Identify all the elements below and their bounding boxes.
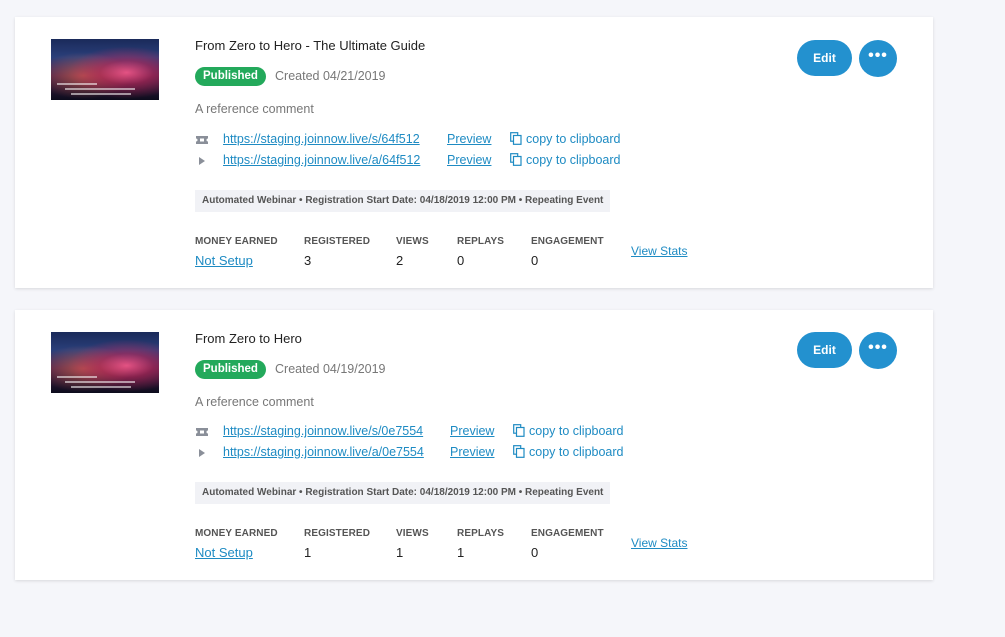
registered-value: 3: [304, 253, 312, 268]
created-date: Created 04/21/2019: [275, 69, 386, 83]
registered-label: REGISTERED: [304, 528, 371, 539]
views-value: 2: [396, 253, 404, 268]
edit-button[interactable]: Edit: [797, 40, 852, 76]
event-info-bar: Automated Webinar • Registration Start D…: [195, 482, 611, 504]
views-label: VIEWS: [396, 236, 429, 247]
views-label: VIEWS: [396, 528, 429, 539]
copy-to-clipboard-button[interactable]: copy to clipboard: [510, 153, 621, 167]
event-thumbnail[interactable]: [51, 39, 159, 100]
attendee-url-link[interactable]: https://staging.joinnow.live/a/0e7554: [223, 445, 424, 459]
registration-url-link[interactable]: https://staging.joinnow.live/s/0e7554: [223, 424, 423, 438]
view-stats-link[interactable]: View Stats: [631, 536, 687, 550]
created-date: Created 04/19/2019: [275, 362, 386, 376]
copy-label: copy to clipboard: [526, 153, 621, 167]
edit-button[interactable]: Edit: [797, 332, 852, 368]
money-earned-setup-link[interactable]: Not Setup: [195, 253, 253, 268]
copy-to-clipboard-button[interactable]: copy to clipboard: [513, 445, 624, 459]
status-badge: Published: [195, 360, 266, 379]
attendee-url-link[interactable]: https://staging.joinnow.live/a/64f512: [223, 153, 420, 167]
play-icon: [199, 449, 205, 457]
attendee-link-row: https://staging.joinnow.live/a/64f512 Pr…: [195, 153, 655, 169]
engagement-label: ENGAGEMENT: [531, 236, 604, 247]
more-options-button[interactable]: •••: [859, 40, 897, 77]
thumbnail-text-line: [65, 381, 135, 383]
copy-label: copy to clipboard: [529, 445, 624, 459]
registered-label: REGISTERED: [304, 236, 371, 247]
more-dots-icon: •••: [868, 46, 888, 64]
event-title[interactable]: From Zero to Hero: [195, 331, 302, 346]
event-comment: A reference comment: [195, 102, 314, 116]
copy-label: copy to clipboard: [529, 424, 624, 438]
play-icon: [199, 157, 205, 165]
event-title[interactable]: From Zero to Hero - The Ultimate Guide: [195, 38, 425, 53]
more-dots-icon: •••: [868, 338, 888, 356]
ticket-icon: [196, 428, 208, 436]
thumbnail-text-line: [65, 88, 135, 90]
registration-url-link[interactable]: https://staging.joinnow.live/s/64f512: [223, 132, 420, 146]
copy-to-clipboard-button[interactable]: copy to clipboard: [510, 132, 621, 146]
view-stats-link[interactable]: View Stats: [631, 244, 687, 258]
preview-link[interactable]: Preview: [450, 445, 494, 459]
money-earned-setup-link[interactable]: Not Setup: [195, 545, 253, 560]
replays-value: 0: [457, 253, 465, 268]
status-badge: Published: [195, 67, 266, 86]
preview-link[interactable]: Preview: [447, 153, 491, 167]
thumbnail-text-line: [57, 376, 97, 378]
registration-link-row: https://staging.joinnow.live/s/0e7554 Pr…: [195, 424, 655, 440]
registration-link-row: https://staging.joinnow.live/s/64f512 Pr…: [195, 132, 655, 148]
event-card: From Zero to Hero Published Created 04/1…: [15, 310, 933, 580]
registered-value: 1: [304, 545, 312, 560]
more-options-button[interactable]: •••: [859, 332, 897, 369]
money-earned-label: MONEY EARNED: [195, 236, 278, 247]
event-comment: A reference comment: [195, 395, 314, 409]
engagement-value: 0: [531, 545, 539, 560]
event-thumbnail[interactable]: [51, 332, 159, 393]
copy-icon: [510, 132, 522, 145]
engagement-label: ENGAGEMENT: [531, 528, 604, 539]
copy-to-clipboard-button[interactable]: copy to clipboard: [513, 424, 624, 438]
thumbnail-text-line: [71, 93, 131, 95]
replays-label: REPLAYS: [457, 236, 505, 247]
ticket-icon: [196, 136, 208, 144]
attendee-link-row: https://staging.joinnow.live/a/0e7554 Pr…: [195, 445, 655, 461]
thumbnail-text-line: [71, 386, 131, 388]
event-card: From Zero to Hero - The Ultimate Guide P…: [15, 17, 933, 288]
engagement-value: 0: [531, 253, 539, 268]
event-info-bar: Automated Webinar • Registration Start D…: [195, 190, 611, 212]
preview-link[interactable]: Preview: [450, 424, 494, 438]
preview-link[interactable]: Preview: [447, 132, 491, 146]
replays-value: 1: [457, 545, 465, 560]
replays-label: REPLAYS: [457, 528, 505, 539]
copy-icon: [513, 445, 525, 458]
money-earned-label: MONEY EARNED: [195, 528, 278, 539]
copy-icon: [513, 424, 525, 437]
views-value: 1: [396, 545, 404, 560]
copy-label: copy to clipboard: [526, 132, 621, 146]
thumbnail-text-line: [57, 83, 97, 85]
copy-icon: [510, 153, 522, 166]
